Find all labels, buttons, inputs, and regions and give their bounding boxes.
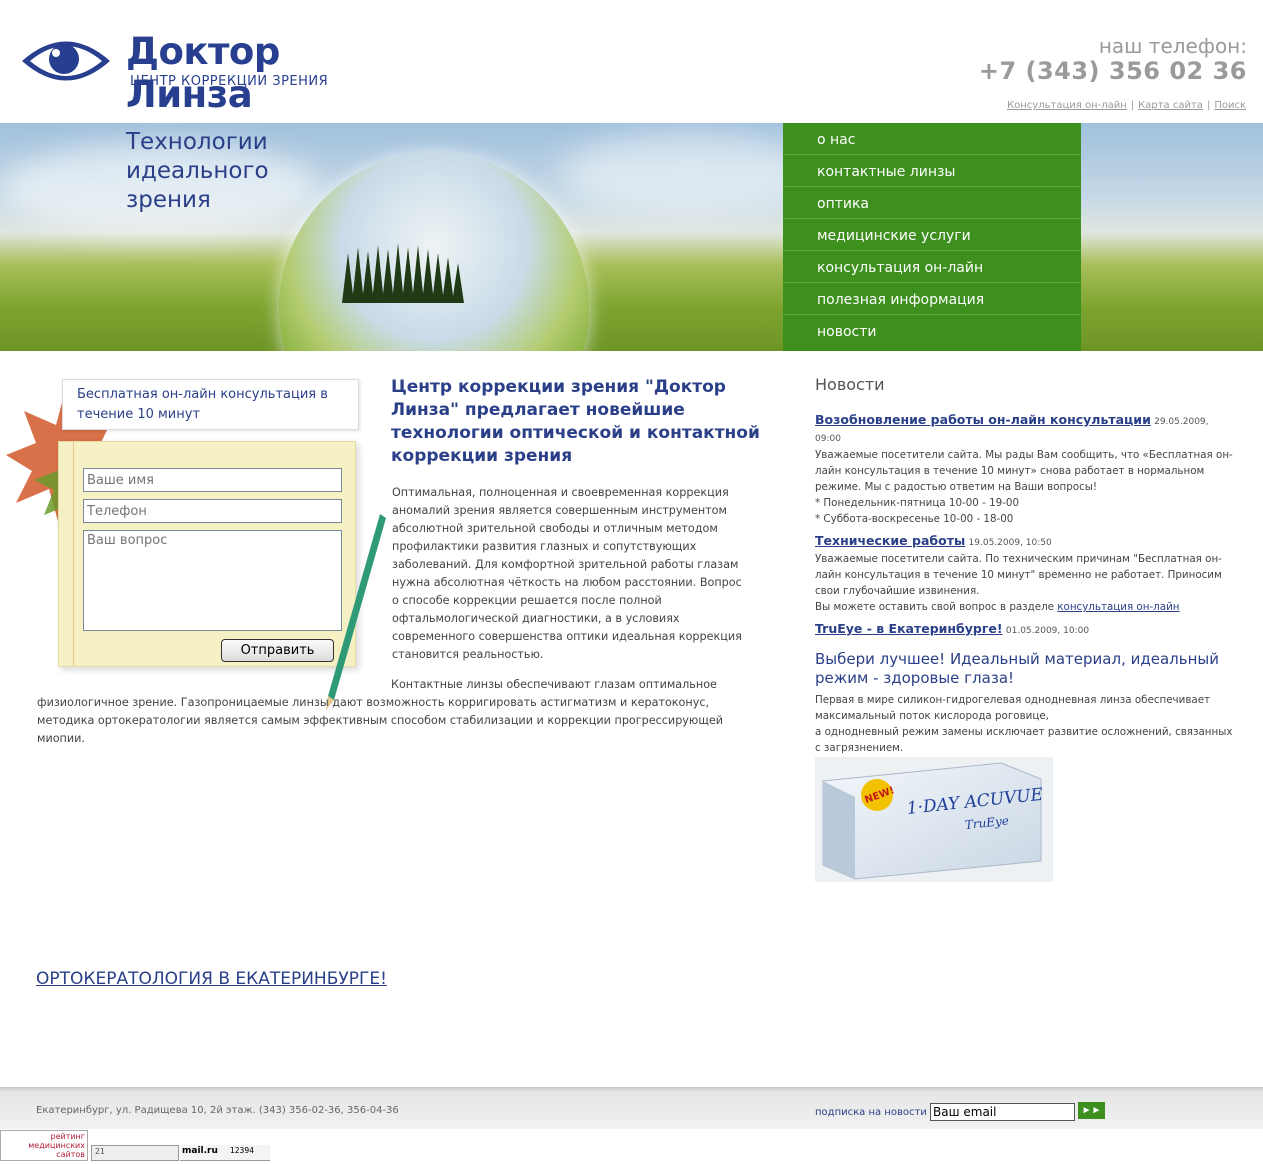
nav-item-optics[interactable]: оптика <box>783 187 1081 219</box>
intro-paragraph: Оптимальная, полноценная и своевременная… <box>392 486 742 661</box>
counter-text: медицинских <box>28 1141 85 1150</box>
consultation-online-link[interactable]: консультация он-лайн <box>1057 601 1179 613</box>
subscribe-button[interactable]: ►► <box>1078 1102 1105 1119</box>
send-button[interactable]: Отправить <box>221 639 334 662</box>
link-consultation-online[interactable]: Консультация он-лайн <box>1007 100 1127 111</box>
nav-item-about[interactable]: о нас <box>783 123 1081 155</box>
counter-text: рейтинг <box>50 1132 86 1141</box>
promo-line: а однодневный режим замены исключает раз… <box>815 726 1233 754</box>
news-item: Технические работы 19.05.2009, 10:50 Ува… <box>815 533 1235 615</box>
nav-item-useful-info[interactable]: полезная информация <box>783 283 1081 315</box>
cypress-trees-image <box>342 243 464 303</box>
nav-item-medical-services[interactable]: медицинские услуги <box>783 219 1081 251</box>
eye-logo-icon <box>22 41 110 81</box>
question-textarea[interactable] <box>83 530 342 631</box>
subscribe-label-text: подписка на новости <box>815 1107 927 1118</box>
link-separator: | <box>1206 100 1211 111</box>
banner-title-line: зрения <box>126 187 211 213</box>
news-date: 01.05.2009, 10:00 <box>1005 626 1090 636</box>
intro-paragraph-text: Контактные линзы обеспечивают глазам опт… <box>37 678 724 745</box>
news-text: * Понедельник-пятница 10-00 - 19-00 <box>815 497 1020 509</box>
promo-text: Первая в мире силикон-гидрогелевая однод… <box>815 692 1235 756</box>
logo[interactable]: Доктор Линза ЦЕНТР КОРРЕКЦИИ ЗРЕНИЯ <box>20 30 400 116</box>
mailru-counter[interactable]: mail.ru 12394 <box>180 1145 270 1161</box>
top-links: Консультация он-лайн | Карта сайта | Поиск <box>1007 100 1246 111</box>
banner: Технологии идеального зрения о нас конта… <box>0 123 1263 351</box>
logo-subtitle: ЦЕНТР КОРРЕКЦИИ ЗРЕНИЯ <box>130 74 329 89</box>
name-input[interactable] <box>83 468 342 492</box>
banner-title-line: Технологии <box>126 129 268 155</box>
footer: Екатеринбург, ул. Радищева 10, 2й этаж. … <box>0 1087 1263 1129</box>
nav-item-online-consultation[interactable]: консультация он-лайн <box>783 251 1081 283</box>
news-date: 19.05.2009, 10:50 <box>968 538 1052 548</box>
news-text: Вы можете оставить свой вопрос в разделе <box>815 601 1058 613</box>
mailru-label: mail.ru <box>182 1146 218 1156</box>
news-item: TruEye - в Екатеринбурге! 01.05.2009, 10… <box>815 621 1235 639</box>
orthokeratology-link[interactable]: ОРТОКЕРАТОЛОГИЯ В ЕКАТЕРИНБУРГЕ! <box>36 969 387 989</box>
banner-cloud <box>560 133 820 213</box>
news-text-with-link: Вы можете оставить свой вопрос в разделе… <box>815 599 1235 615</box>
banner-title: Технологии идеального зрения <box>126 128 269 215</box>
footer-address: Екатеринбург, ул. Радищева 10, 2й этаж. … <box>36 1105 399 1116</box>
news-title-link[interactable]: TruEye - в Екатеринбурге! <box>815 621 1003 636</box>
link-separator: | <box>1130 100 1135 111</box>
consultation-form: Отправить <box>58 441 356 667</box>
logo-title: Доктор Линза <box>126 30 280 116</box>
acuvue-trueye-box-image[interactable]: NEW! 1·DAY ACUVUE TruEye <box>815 757 1053 882</box>
intro-paragraph: Контактные линзы обеспечивают глазам опт… <box>37 676 762 748</box>
medical-rating-counter[interactable]: рейтинг медицинских сайтов <box>0 1130 88 1161</box>
mailru-value: 12394 <box>229 1146 254 1155</box>
nav-item-news[interactable]: новости <box>783 315 1081 347</box>
news-item: Возобновление работы он-лайн консультаци… <box>815 412 1235 527</box>
news-title-link[interactable]: Технические работы <box>815 533 965 548</box>
paper-margin-line <box>73 442 74 666</box>
intro-heading: Центр коррекции зрения "Доктор Линза" пр… <box>391 377 760 466</box>
news-list: Возобновление работы он-лайн консультаци… <box>815 412 1235 645</box>
link-search[interactable]: Поиск <box>1214 100 1246 111</box>
subscribe-label: подписка на новости ▶ <box>815 1107 936 1118</box>
counter-text: сайтов <box>56 1150 85 1159</box>
phone-number: +7 (343) 356 02 36 <box>978 57 1247 85</box>
consultation-banner: Бесплатная он-лайн консультация в течени… <box>62 379 359 430</box>
news-text: * Суббота-воскресенье 10-00 - 18-00 <box>815 513 1014 525</box>
news-title-link[interactable]: Возобновление работы он-лайн консультаци… <box>815 412 1151 427</box>
main-nav: о нас контактные линзы оптика медицински… <box>783 123 1081 351</box>
phone-label: наш телефон: <box>1098 34 1247 58</box>
phone-input[interactable] <box>83 499 342 523</box>
promo-heading: Выбери лучшее! Идеальный материал, идеал… <box>815 650 1219 687</box>
banner-title-line: идеального <box>126 158 269 184</box>
news-text: Уважаемые посетители сайта. Мы рады Вам … <box>815 449 1233 493</box>
nav-item-contact-lenses[interactable]: контактные линзы <box>783 155 1081 187</box>
promo-line: Первая в мире силикон-гидрогелевая однод… <box>815 694 1211 722</box>
news-text: Уважаемые посетители сайта. По техническ… <box>815 553 1222 597</box>
rating-value-counter[interactable]: 21 <box>91 1145 179 1161</box>
news-heading: Новости <box>815 375 885 394</box>
email-input[interactable] <box>930 1103 1075 1121</box>
link-site-map[interactable]: Карта сайта <box>1138 100 1203 111</box>
